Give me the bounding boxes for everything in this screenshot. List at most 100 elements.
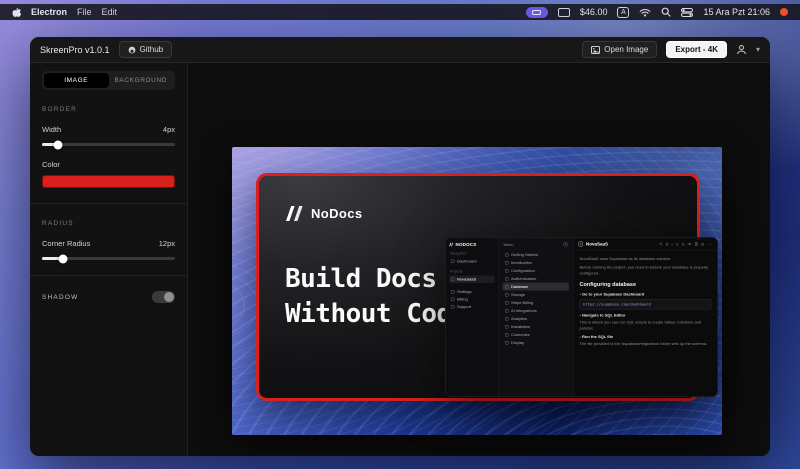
menubar-clock[interactable]: 15 Ara Pzt 21:06 (703, 7, 770, 17)
corner-radius-label: Corner Radius (42, 239, 90, 248)
doc-paragraph: NovaSaaS uses Supabase as its database s… (580, 256, 712, 262)
embed-menu-item[interactable]: Authentication (503, 275, 570, 283)
embed-menu-item[interactable]: Getting Started (503, 251, 570, 259)
embed-menu-item[interactable]: Customize (503, 331, 570, 339)
embed-nav-support[interactable]: Support (449, 303, 495, 311)
width-value: 4px (163, 125, 175, 134)
nav-item-label: Settings (457, 290, 471, 295)
doc-paragraph: This is where you can run SQL scripts to… (580, 319, 712, 331)
menu-item-label: Configuration (511, 268, 535, 273)
canvas-area: NoDocs Build Docs Without Code (188, 63, 770, 456)
screen-mirroring-icon[interactable] (558, 8, 570, 17)
sidebar-tabs: IMAGE BACKGROUND (42, 71, 175, 90)
search-icon[interactable] (661, 7, 671, 18)
embed-brand-icon (449, 243, 454, 247)
menu-item-label: Display (511, 340, 524, 345)
menu-item-icon (505, 317, 509, 321)
corner-radius-value: 12px (159, 239, 175, 248)
menu-edit[interactable]: Edit (102, 7, 118, 17)
control-center-icon[interactable] (681, 7, 693, 17)
sidebar: IMAGE BACKGROUND BORDER Width 4px Color (30, 63, 188, 456)
embed-menu-item[interactable]: Installation (503, 323, 570, 331)
menubar-money[interactable]: $46.00 (580, 7, 608, 17)
record-dot-icon[interactable] (780, 8, 788, 16)
embed-menu-item-active[interactable]: Database (503, 283, 570, 291)
nav-item-label: Billing (457, 297, 468, 302)
shadow-toggle[interactable] (152, 291, 175, 303)
radius-slider[interactable] (42, 257, 175, 260)
apple-menu-icon[interactable] (12, 6, 21, 17)
app-title: SkreenPro v1.0.1 (40, 45, 110, 55)
embed-nav-dashboard[interactable]: Dashboard (449, 258, 495, 266)
settings-icon (451, 290, 455, 294)
radius-slider-thumb[interactable] (59, 254, 68, 263)
wifi-icon[interactable] (639, 7, 651, 17)
doc-toolbar-icons[interactable]: ✎ B I U S ≔ ≣ ⊕ ⋯ (659, 242, 712, 247)
status-pill-icon (532, 10, 541, 15)
menu-item-icon (505, 253, 509, 257)
nodocs-logo-icon (285, 206, 304, 221)
status-pill[interactable] (526, 7, 548, 18)
user-avatar-icon[interactable] (736, 41, 747, 59)
embed-menu-item[interactable]: Introduction (503, 259, 570, 267)
menu-item-icon (505, 333, 509, 337)
menubar-app-name[interactable]: Electron (31, 7, 67, 17)
menu-item-label: Getting Started (511, 252, 538, 257)
nodocs-logo: NoDocs (285, 206, 363, 221)
border-color-swatch[interactable] (42, 175, 175, 188)
embed-menu-item[interactable]: Analytics (503, 315, 570, 323)
width-slider[interactable] (42, 143, 175, 146)
menu-item-icon (505, 301, 509, 305)
tab-background[interactable]: BACKGROUND (109, 73, 174, 88)
menu-item-icon (505, 325, 509, 329)
add-page-icon[interactable]: + (563, 242, 568, 247)
menu-item-label: Analytics (511, 316, 527, 321)
embed-menu-item[interactable]: Storage (503, 291, 570, 299)
width-slider-thumb[interactable] (53, 140, 62, 149)
input-source-indicator[interactable]: A (617, 7, 629, 18)
menu-item-icon (505, 261, 509, 265)
github-button-label: Github (140, 45, 164, 54)
titlebar: SkreenPro v1.0.1 Github Open Image Expor… (30, 37, 770, 63)
github-icon (128, 46, 136, 54)
doc-step: Run the SQL file (580, 334, 712, 340)
headline-line-1: Build Docs (285, 262, 467, 297)
chevron-down-icon[interactable]: ▾ (756, 45, 760, 54)
menu-item-icon (505, 293, 509, 297)
embed-menu-item[interactable]: Display (503, 339, 570, 347)
preview-image[interactable]: NoDocs Build Docs Without Code (232, 147, 722, 435)
border-section-label: BORDER (42, 106, 175, 113)
support-icon (451, 305, 455, 309)
radius-section-label: RADIUS (42, 220, 175, 227)
embed-nav-settings[interactable]: Settings (449, 288, 495, 296)
menu-file[interactable]: File (77, 7, 92, 17)
embed-brand: NODOCS (449, 242, 495, 247)
menu-item-label: Stripe Billing (511, 300, 533, 305)
doc-step: Navigate to SQL Editor (580, 312, 712, 318)
embed-nav-billing[interactable]: Billing (449, 296, 495, 304)
menu-item-label: AI Integrations (511, 308, 537, 313)
menu-item-icon (505, 309, 509, 313)
menu-item-icon (505, 341, 509, 345)
headline-line-2: Without Code (285, 297, 467, 332)
menubar: Electron File Edit $46.00 A 15 Ara Pzt 2… (0, 4, 800, 20)
menu-item-icon (505, 269, 509, 273)
embed-nav-project[interactable]: NovaSaaS (449, 276, 495, 284)
embed-menu-item[interactable]: Configuration (503, 267, 570, 275)
project-icon (451, 278, 455, 282)
embed-menu-item[interactable]: Stripe Billing (503, 299, 570, 307)
doc-step: Go to your Supabase Dashboard (580, 291, 712, 297)
embed-menu-item[interactable]: AI Integrations (503, 307, 570, 315)
app-window: SkreenPro v1.0.1 Github Open Image Expor… (30, 37, 770, 456)
embed-menu-column: Menu + Getting Started Introduction Conf… (499, 238, 574, 397)
menu-item-label: Customize (511, 332, 530, 337)
embed-nav-section-2: Projects (450, 270, 494, 274)
embed-nav-section: Navigation (450, 252, 494, 256)
open-image-button[interactable]: Open Image (582, 41, 657, 58)
shadow-toggle-knob (164, 292, 174, 302)
menu-item-label: Authentication (511, 276, 536, 281)
tab-image[interactable]: IMAGE (44, 73, 109, 88)
doc-code-block[interactable]: https://supabase.com/dashboard (580, 299, 712, 310)
github-button[interactable]: Github (119, 41, 173, 58)
export-button[interactable]: Export - 4K (666, 41, 727, 58)
